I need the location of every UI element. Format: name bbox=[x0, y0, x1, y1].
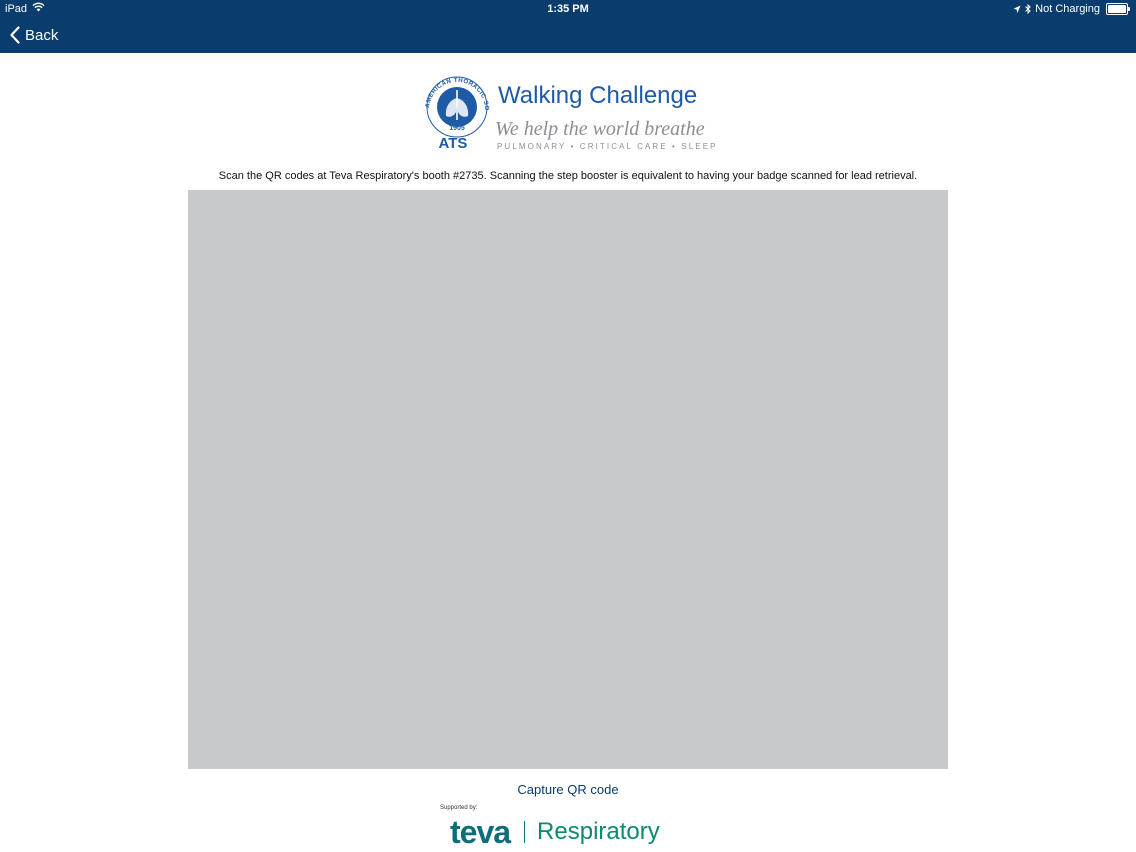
ats-walking-challenge-logo: AMERICAN THORACIC SOCIETY 1905 ATS Walki… bbox=[417, 65, 719, 156]
walking-challenge-scan-screen: iPad 1:35 PM Not Charging Back AMERICAN … bbox=[0, 0, 1136, 852]
capture-qr-button: Capture QR code bbox=[0, 782, 1136, 797]
respiratory-wordmark: Respiratory bbox=[537, 818, 660, 845]
header: iPad 1:35 PM Not Charging Back bbox=[0, 0, 1136, 53]
emblem-year: 1905 bbox=[449, 125, 465, 132]
emblem-ats-text: ATS bbox=[439, 135, 468, 152]
logo-tagline: We help the world breathe bbox=[495, 118, 705, 140]
logo-title: Walking Challenge bbox=[498, 82, 698, 109]
bluetooth-icon bbox=[1025, 4, 1031, 14]
qr-camera-view[interactable] bbox=[188, 190, 948, 769]
logo-subtagline: PULMONARY • CRITICAL CARE • SLEEP bbox=[497, 142, 718, 151]
chevron-left-icon bbox=[9, 26, 21, 44]
capture-qr-button-label[interactable]: Capture QR code bbox=[517, 782, 618, 797]
back-button[interactable]: Back bbox=[9, 24, 58, 46]
logo-divider bbox=[524, 821, 526, 843]
status-bar: iPad 1:35 PM Not Charging bbox=[0, 0, 1136, 18]
instructions-text: Scan the QR codes at Teva Respiratory's … bbox=[218, 170, 918, 182]
teva-wordmark: teva bbox=[450, 813, 511, 850]
ats-emblem: AMERICAN THORACIC SOCIETY 1905 ATS bbox=[417, 65, 495, 152]
status-time: 1:35 PM bbox=[547, 3, 589, 15]
charging-status: Not Charging bbox=[1035, 3, 1100, 15]
location-icon bbox=[1013, 5, 1021, 14]
back-button-label: Back bbox=[25, 26, 59, 44]
battery-icon bbox=[1106, 3, 1130, 15]
supported-by-label: Supported by: bbox=[440, 805, 478, 811]
teva-respiratory-logo: teva Respiratory bbox=[450, 812, 660, 852]
